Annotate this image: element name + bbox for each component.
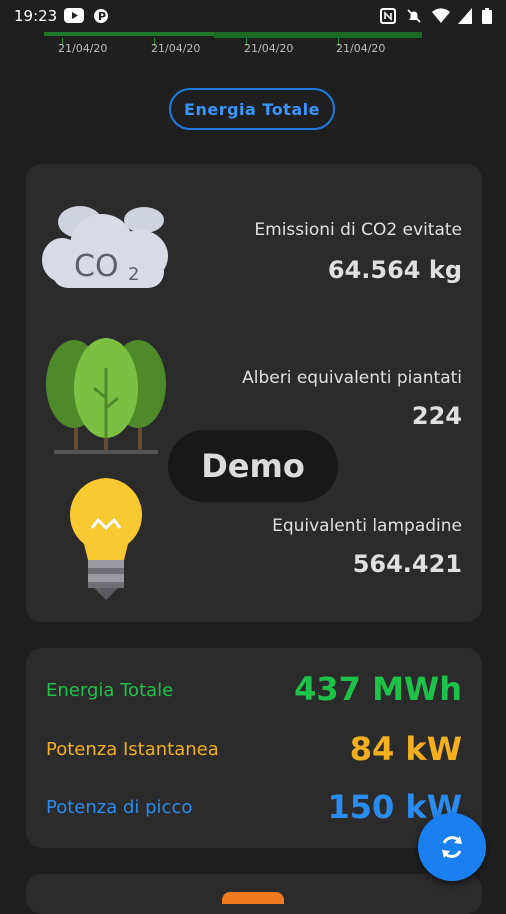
trees-value: 224 <box>411 402 462 430</box>
total-energy-value: 437 MWh <box>294 670 462 708</box>
lightbulb-icon <box>66 476 146 608</box>
instant-power-label: Potenza Istantanea <box>46 739 219 760</box>
total-energy-label: Energia Totale <box>46 680 174 701</box>
wifi-icon <box>432 8 450 28</box>
co2-cloud-icon: CO 2 <box>42 200 172 296</box>
battery-icon <box>482 8 492 28</box>
chart-date-label: 21/04/20 <box>336 42 386 55</box>
demo-badge: Demo <box>168 430 338 502</box>
chart-date-label: 21/04/20 <box>58 42 108 55</box>
co2-value: 64.564 kg <box>327 256 462 284</box>
app-p-icon: P <box>94 8 108 28</box>
notifications-off-icon <box>406 8 422 28</box>
refresh-button[interactable] <box>418 813 486 881</box>
environment-card: CO 2 Emissioni di CO2 evitate 64.564 kg … <box>26 164 482 622</box>
co2-label: Emissioni di CO2 evitate <box>254 220 462 240</box>
status-bar: 19:23 P <box>0 0 506 32</box>
bulbs-label: Equivalenti lampadine <box>272 516 462 536</box>
svg-text:CO: CO <box>74 249 119 284</box>
svg-text:P: P <box>98 10 106 23</box>
chart-date-label: 21/04/20 <box>151 42 201 55</box>
signal-icon <box>458 8 472 28</box>
peak-power-label: Potenza di picco <box>46 797 193 818</box>
instant-power-value: 84 kW <box>349 730 462 768</box>
trees-icon <box>44 328 168 460</box>
energia-totale-button[interactable]: Energia Totale <box>169 88 335 130</box>
svg-text:2: 2 <box>128 264 139 285</box>
refresh-icon <box>442 836 462 858</box>
status-time: 19:23 <box>14 7 58 25</box>
nfc-icon <box>380 8 396 28</box>
trees-label: Alberi equivalenti piantati <box>242 368 462 388</box>
energy-summary-card: Energia Totale 437 MWh Potenza Istantane… <box>26 648 482 848</box>
orange-tab[interactable] <box>222 892 284 904</box>
chart-date-label: 21/04/20 <box>244 42 294 55</box>
energy-chart-strip[interactable]: 21/04/20 21/04/20 21/04/20 21/04/20 <box>44 32 424 62</box>
bulbs-value: 564.421 <box>352 550 462 578</box>
youtube-icon <box>64 8 84 27</box>
